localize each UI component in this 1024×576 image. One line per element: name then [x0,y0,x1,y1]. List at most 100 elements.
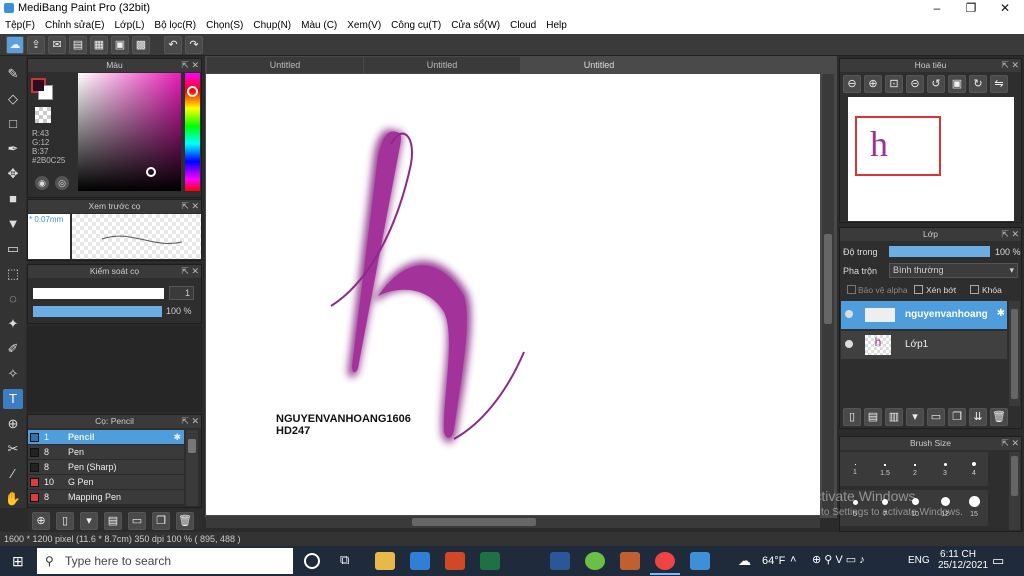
pen-tool-icon[interactable]: ✒ [3,139,23,159]
select-pen-icon[interactable]: ✐ [3,339,23,359]
close-button[interactable]: ✕ [988,0,1022,17]
menu-layer[interactable]: Lớp(L) [110,20,150,31]
transparent-swatch-icon[interactable] [35,107,51,123]
page-icon[interactable]: ▦ [90,35,108,54]
menu-filter[interactable]: Bộ lọc(R) [149,20,201,31]
clipping-checkbox[interactable] [914,285,923,294]
layer-folder-icon[interactable]: ▭ [927,408,945,426]
menu-color[interactable]: Màu (C) [296,20,342,31]
layer-row[interactable]: nguyenvanhoang ✱ [841,301,1007,329]
powerpoint-icon[interactable] [445,552,465,570]
zoom-minus-icon[interactable]: ⊝ [906,75,924,93]
brush-size-cell[interactable]: 4 [960,452,988,486]
duplicate-layer-icon[interactable]: ❐ [948,408,966,426]
new-brush-icon[interactable]: ▯ [56,512,74,530]
magic-wand-icon[interactable]: ✦ [3,314,23,334]
layout-icon[interactable]: ▣ [111,35,129,54]
lock-checkbox[interactable] [970,285,979,294]
zoom-in-icon[interactable]: ⊕ [864,75,882,93]
hue-cursor[interactable] [187,86,198,97]
brush-opacity-slider[interactable] [33,306,162,317]
blend-mode-select[interactable]: Bình thường ▾ [889,263,1018,278]
eyedropper-icon[interactable]: ⁄ [3,464,23,484]
game-app-icon[interactable] [620,552,640,570]
clock[interactable]: 6:11 CH 25/12/2021 [938,549,988,571]
panel-close-icon[interactable]: ⇱ ✕ [181,415,199,428]
brush-size-slider[interactable] [33,288,164,299]
rectangle-tool-icon[interactable]: □ [3,114,23,134]
brush-item[interactable]: 1 Pencil ✱ [28,430,184,445]
navigator-thumbnail[interactable]: h [848,97,1014,221]
brush-size-cell[interactable]: 3 [930,452,960,486]
menu-view[interactable]: Xem(V) [342,20,386,31]
tab-document[interactable]: Untitled [364,57,520,73]
brush-item[interactable]: 8 Mapping Pen [28,490,184,505]
store-icon[interactable] [410,552,430,570]
brush-size-cell[interactable]: 1.5 [870,452,900,486]
panel-close-icon[interactable]: ⇱ ✕ [181,200,199,213]
brush-size-cell[interactable]: 2 [900,452,930,486]
merge-layer-icon[interactable]: ⇊ [969,408,987,426]
settings-gear-icon[interactable]: ✱ [997,308,1005,319]
brush-item[interactable]: 10 G Pen [28,475,184,490]
panel-close-icon[interactable]: ⇱ ✕ [1001,437,1019,450]
text-tool-icon[interactable]: T [3,389,23,409]
menu-file[interactable]: Tệp(F) [0,20,40,31]
brush-size-cell[interactable]: 1 [840,452,870,486]
menu-edit[interactable]: Chỉnh sửa(E) [40,20,110,31]
new-layer-icon[interactable]: ▯ [843,408,861,426]
menu-select[interactable]: Chọn(S) [201,20,248,31]
menu-cloud[interactable]: Cloud [505,20,541,31]
new-halftone-layer-icon[interactable]: ▥ [885,408,903,426]
delete-layer-icon[interactable]: 🗑 [990,408,1008,426]
eye-visibility-icon[interactable] [845,310,853,318]
brush-item[interactable]: 8 Pen (Sharp) [28,460,184,475]
cloud-icon[interactable]: ☁ [6,35,24,54]
task-view-icon[interactable]: ⧉ [340,552,349,568]
gradient-tool-icon[interactable]: ▭ [3,239,23,259]
layer-row[interactable]: h Lớp1 [841,331,1007,359]
import-brush-icon[interactable]: ▤ [104,512,122,530]
panel-close-icon[interactable]: ⇱ ✕ [1001,228,1019,241]
rotate-left-icon[interactable]: ↺ [927,75,945,93]
brush-size-scrollbar[interactable] [1009,452,1020,530]
actual-size-icon[interactable]: ▣ [948,75,966,93]
comment-icon[interactable]: ✉ [48,35,66,54]
folder-icon[interactable]: ▭ [128,512,146,530]
layer-menu-icon[interactable]: ▾ [906,408,924,426]
add-brush-icon[interactable]: ⊕ [32,512,50,530]
delete-brush-icon[interactable]: 🗑 [176,512,194,530]
sv-cursor[interactable] [146,167,156,177]
saturation-value-picker[interactable] [78,73,181,191]
navigator-viewport[interactable] [855,116,941,176]
eraser-tool-icon[interactable]: ◇ [3,89,23,109]
brush-menu-icon[interactable]: ▾ [80,512,98,530]
fit-icon[interactable]: ⊡ [885,75,903,93]
undo-icon[interactable]: ↶ [164,35,182,54]
layer-scrollbar[interactable] [1009,301,1020,406]
restore-button[interactable]: ❐ [954,0,988,17]
excel-icon[interactable] [480,552,500,570]
medibang-taskbar-icon[interactable] [690,552,710,570]
menu-snap[interactable]: Chụp(N) [248,20,296,31]
protect-alpha-checkbox[interactable] [847,285,856,294]
brush-size-value[interactable]: 1 [169,286,194,300]
flip-icon[interactable]: ⇋ [990,75,1008,93]
cortana-icon[interactable] [304,553,320,569]
hand-tool-icon[interactable]: ✋ [3,489,23,509]
move-tool-icon[interactable]: ✥ [3,164,23,184]
document-icon[interactable]: ▤ [69,35,87,54]
weather-temp[interactable]: 64°F [762,555,785,567]
panel-close-icon[interactable]: ⇱ ✕ [1001,59,1019,72]
drawing-canvas[interactable]: NGUYENVANHOANG1606 HD247 [206,74,820,515]
operation-tool-icon[interactable]: ⊕ [3,414,23,434]
tray-icons[interactable]: ⊕ ⚲ V ▭ ♪ [812,553,865,566]
grid-icon[interactable]: ▩ [132,35,150,54]
bucket-tool-icon[interactable]: ▼ [3,214,23,234]
zoom-out-icon[interactable]: ⊖ [843,75,861,93]
minimize-button[interactable]: – [920,0,954,17]
file-explorer-icon[interactable] [375,552,395,570]
menu-window[interactable]: Cửa sổ(W) [446,20,505,31]
share-icon[interactable]: ⇪ [27,35,45,54]
palette-add-icon[interactable]: ◎ [55,176,69,190]
